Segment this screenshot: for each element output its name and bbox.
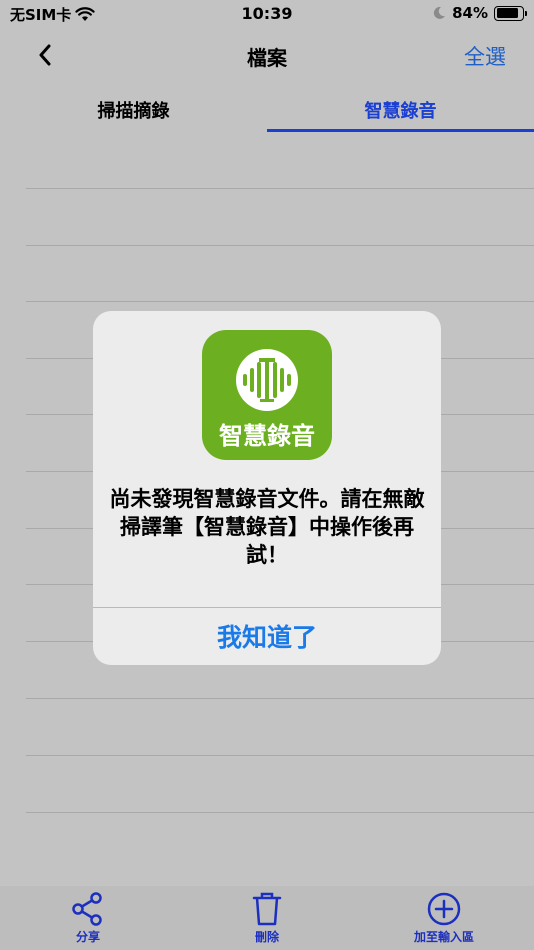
plus-circle-icon	[427, 892, 461, 926]
delete-button[interactable]: 刪除	[217, 892, 317, 945]
moon-icon	[433, 6, 446, 19]
dialog-message: 尚未發現智慧錄音文件。請在無敵掃譯筆【智慧錄音】中操作後再試！	[109, 487, 425, 567]
share-button[interactable]: 分享	[38, 892, 138, 945]
share-icon	[72, 892, 102, 926]
list-divider	[26, 755, 534, 756]
alert-dialog: 智慧錄音 尚未發現智慧錄音文件。請在無敵掃譯筆【智慧錄音】中操作後再試！ 我知道…	[93, 311, 441, 665]
battery-level	[496, 8, 518, 18]
status-bar: 无SIM卡 10:39 84%	[0, 0, 534, 28]
tab-scan-excerpts[interactable]: 掃描摘錄	[0, 90, 267, 132]
page-title: 檔案	[247, 46, 287, 70]
select-all-button[interactable]: 全選	[464, 41, 506, 71]
list-divider	[26, 301, 534, 302]
bottom-toolbar: 分享 刪除 加至輸入區	[0, 886, 534, 950]
battery-percent: 84%	[452, 4, 488, 22]
smart-recording-app-icon: 智慧錄音	[202, 330, 332, 460]
nav-bar: 檔案 全選	[0, 30, 534, 80]
list-divider	[26, 245, 534, 246]
delete-label: 刪除	[254, 930, 279, 944]
tab-bar: 掃描摘錄 智慧錄音	[0, 90, 534, 132]
share-label: 分享	[75, 930, 100, 944]
app-icon-label: 智慧錄音	[219, 422, 315, 450]
tab-smart-recording[interactable]: 智慧錄音	[267, 90, 534, 132]
got-it-button[interactable]: 我知道了	[93, 608, 441, 665]
list-divider	[26, 188, 534, 189]
add-to-input-button[interactable]: 加至輸入區	[394, 892, 494, 945]
list-divider	[26, 698, 534, 699]
battery-icon	[494, 5, 527, 21]
trash-icon	[252, 892, 282, 926]
add-to-input-label: 加至輸入區	[413, 930, 474, 944]
list-divider	[26, 812, 534, 813]
status-right: 84%	[432, 4, 527, 22]
